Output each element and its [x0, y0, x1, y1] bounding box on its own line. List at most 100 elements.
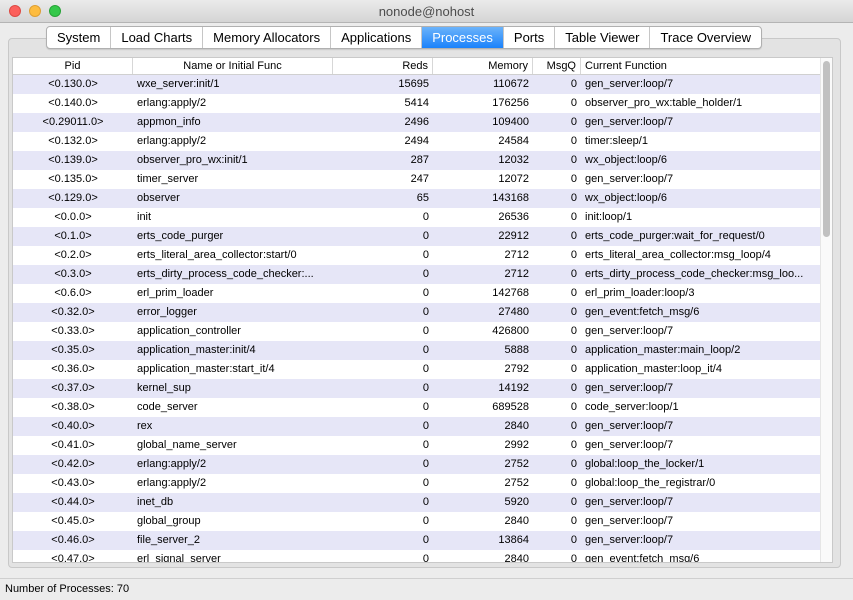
cell-name: timer_server: [137, 173, 199, 185]
cell-reds: 0: [422, 325, 429, 337]
cell-pid: <0.41.0>: [51, 439, 95, 451]
cell-msgq: 0: [570, 534, 577, 546]
table-row[interactable]: <0.33.0> application_controller 0 426800 0 ge…: [13, 322, 823, 341]
cell-reds: 0: [422, 401, 429, 413]
cell-pid: <0.3.0>: [54, 268, 92, 280]
table-row[interactable]: <0.43.0> erlang:apply/2 0 2752 0 global:loop_…: [13, 474, 823, 493]
cell-msgq: 0: [570, 116, 577, 128]
cell-msgq: 0: [570, 325, 577, 337]
cell-current-function: erts_dirty_process_code_checker:msg_loo.…: [585, 268, 804, 280]
cell-memory: 12032: [498, 154, 529, 166]
cell-current-function: gen_server:loop/7: [585, 78, 674, 90]
column-header-msgq[interactable]: MsgQ: [533, 58, 581, 74]
cell-reds: 5414: [404, 97, 429, 109]
cell-memory: 22912: [498, 230, 529, 242]
table-row[interactable]: <0.32.0> error_logger 0 27480 0 gen_event:fet…: [13, 303, 823, 322]
cell-pid: <0.37.0>: [51, 382, 95, 394]
table-row[interactable]: <0.135.0> timer_server 247 12072 0 gen_server…: [13, 170, 823, 189]
table-row[interactable]: <0.37.0> kernel_sup 0 14192 0 gen_server:loop…: [13, 379, 823, 398]
cell-reds: 0: [422, 534, 429, 546]
cell-memory: 2992: [504, 439, 529, 451]
cell-msgq: 0: [570, 382, 577, 394]
table-row[interactable]: <0.36.0> application_master:start_it/4 0 27…: [13, 360, 823, 379]
table-row[interactable]: <0.41.0> global_name_server 0 2992 0 gen_serv…: [13, 436, 823, 455]
vertical-scrollbar[interactable]: [820, 58, 832, 562]
cell-msgq: 0: [570, 287, 577, 299]
cell-pid: <0.38.0>: [51, 401, 95, 413]
cell-current-function: timer:sleep/1: [585, 135, 648, 147]
tab-trace-overview[interactable]: Trace Overview: [650, 27, 761, 48]
table-row[interactable]: <0.47.0> erl_signal_server 0 2840 0 gen_event…: [13, 550, 823, 563]
cell-reds: 2496: [404, 116, 429, 128]
table-row[interactable]: <0.40.0> rex 0 2840 0 gen_server:loop/7: [13, 417, 823, 436]
cell-msgq: 0: [570, 97, 577, 109]
cell-name: appmon_info: [137, 116, 201, 128]
scrollbar-thumb[interactable]: [823, 61, 830, 237]
tab-applications[interactable]: Applications: [331, 27, 423, 48]
table-row[interactable]: <0.130.0> wxe_server:init/1 15695 110672 0 ge…: [13, 75, 823, 94]
cell-pid: <0.40.0>: [51, 420, 95, 432]
table-row[interactable]: <0.3.0> erts_dirty_process_code_checker:.…: [13, 265, 823, 284]
process-table: Pid Name or Initial Func Reds Memory MsgQ Cur…: [12, 57, 833, 563]
table-row[interactable]: <0.44.0> inet_db 0 5920 0 gen_server:loop/7: [13, 493, 823, 512]
cell-current-function: observer_pro_wx:table_holder/1: [585, 97, 743, 109]
cell-name: erlang:apply/2: [137, 458, 207, 470]
cell-reds: 15695: [398, 78, 429, 90]
column-header-memory[interactable]: Memory: [433, 58, 533, 74]
tab-ports[interactable]: Ports: [504, 27, 556, 48]
table-row[interactable]: <0.132.0> erlang:apply/2 2494 24584 0 timer:s…: [13, 132, 823, 151]
cell-pid: <0.129.0>: [48, 192, 98, 204]
table-row[interactable]: <0.46.0> file_server_2 0 13864 0 gen_server:l…: [13, 531, 823, 550]
table-row[interactable]: <0.1.0> erts_code_purger 0 22912 0 erts_code_…: [13, 227, 823, 246]
table-row[interactable]: <0.2.0> erts_literal_area_collector:start…: [13, 246, 823, 265]
cell-current-function: erts_code_purger:wait_for_request/0: [585, 230, 765, 242]
table-row[interactable]: <0.38.0> code_server 0 689528 0 code_server:l…: [13, 398, 823, 417]
cell-reds: 65: [416, 192, 429, 204]
cell-current-function: gen_server:loop/7: [585, 382, 674, 394]
cell-memory: 2840: [504, 553, 529, 563]
table-row[interactable]: <0.0.0> init 0 26536 0 init:loop/1: [13, 208, 823, 227]
cell-reds: 0: [422, 553, 429, 563]
tab-processes[interactable]: Processes: [422, 27, 504, 48]
cell-pid: <0.1.0>: [54, 230, 92, 242]
cell-memory: 2792: [504, 363, 529, 375]
tab-system[interactable]: System: [47, 27, 112, 48]
cell-name: observer_pro_wx:init/1: [137, 154, 248, 166]
tab-table-viewer[interactable]: Table Viewer: [555, 27, 651, 48]
cell-msgq: 0: [570, 458, 577, 470]
cell-reds: 0: [422, 287, 429, 299]
cell-name: application_master:init/4: [137, 344, 256, 356]
cell-current-function: init:loop/1: [585, 211, 633, 223]
column-header-reds[interactable]: Reds: [333, 58, 433, 74]
tab-memory-allocators[interactable]: Memory Allocators: [203, 27, 332, 48]
table-row[interactable]: <0.139.0> observer_pro_wx:init/1 287 12032 0…: [13, 151, 823, 170]
column-header-current-function[interactable]: Current Function: [581, 58, 823, 74]
table-row[interactable]: <0.42.0> erlang:apply/2 0 2752 0 global:loop_…: [13, 455, 823, 474]
cell-pid: <0.29011.0>: [42, 116, 104, 128]
table-row[interactable]: <0.129.0> observer 65 143168 0 wx_object:loop…: [13, 189, 823, 208]
table-row[interactable]: <0.45.0> global_group 0 2840 0 gen_server:loo…: [13, 512, 823, 531]
column-header-name[interactable]: Name or Initial Func: [133, 58, 333, 74]
cell-reds: 0: [422, 420, 429, 432]
table-row[interactable]: <0.140.0> erlang:apply/2 5414 176256 0 observ…: [13, 94, 823, 113]
cell-pid: <0.42.0>: [51, 458, 95, 470]
cell-name: inet_db: [137, 496, 174, 508]
table-row[interactable]: <0.35.0> application_master:init/4 0 5888 0 a…: [13, 341, 823, 360]
cell-msgq: 0: [570, 78, 577, 90]
cell-current-function: gen_event:fetch_msg/6: [585, 553, 700, 563]
process-count-label: Number of Processes: 70: [5, 583, 130, 595]
table-row[interactable]: <0.6.0> erl_prim_loader 0 142768 0 erl_prim_l…: [13, 284, 823, 303]
column-header-pid[interactable]: Pid: [13, 58, 133, 74]
table-row[interactable]: <0.29011.0> appmon_info 2496 109400 0 gen_ser…: [13, 113, 823, 132]
cell-reds: 0: [422, 363, 429, 375]
cell-current-function: erts_literal_area_collector:msg_loop/4: [585, 249, 771, 261]
cell-reds: 0: [422, 344, 429, 356]
cell-msgq: 0: [570, 553, 577, 563]
cell-name: error_logger: [137, 306, 197, 318]
tab-bar: System Load Charts Memory Allocators Applic…: [46, 26, 762, 49]
cell-msgq: 0: [570, 135, 577, 147]
tab-load-charts[interactable]: Load Charts: [111, 27, 204, 48]
cell-pid: <0.45.0>: [51, 515, 95, 527]
cell-current-function: global:loop_the_locker/1: [585, 458, 705, 470]
cell-memory: 12072: [498, 173, 529, 185]
